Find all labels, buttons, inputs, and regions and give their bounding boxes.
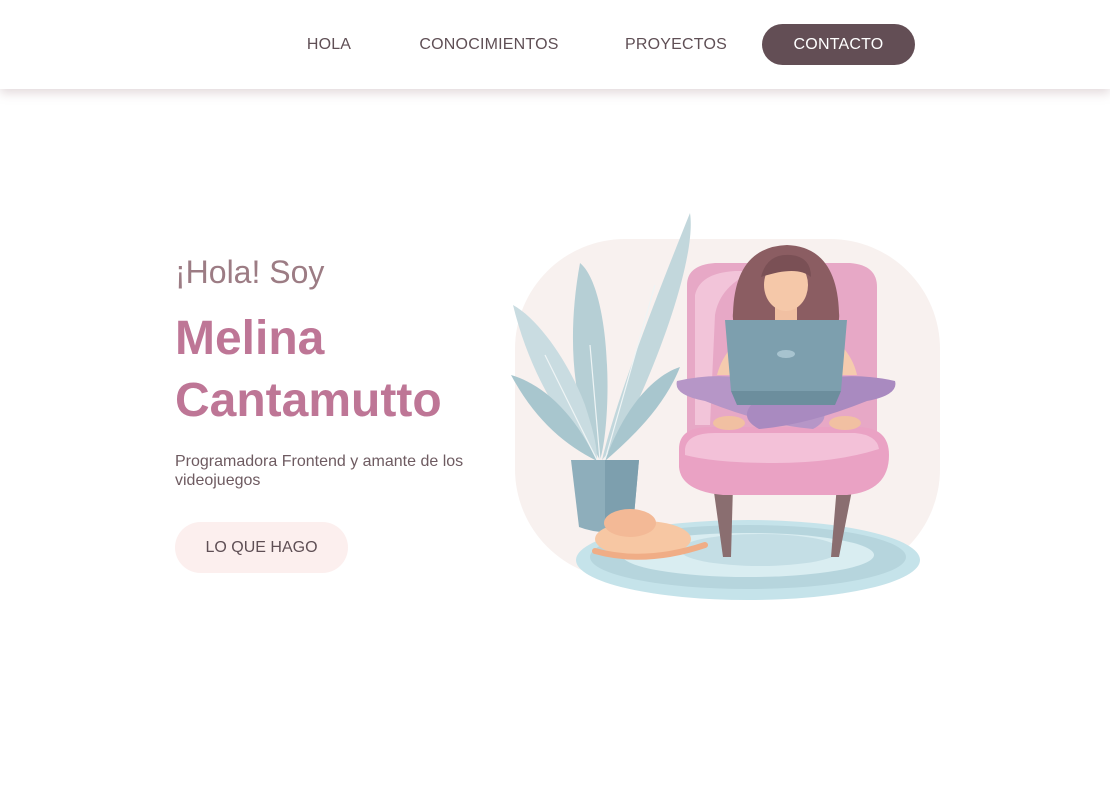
- hero-last-name: Cantamutto: [175, 374, 442, 427]
- hero-tagline: Programadora Frontend y amante de los vi…: [175, 453, 464, 489]
- hero-name: Melina Cantamutto: [175, 308, 442, 432]
- top-navbar: HOLA CONOCIMIENTOS PROYECTOS CONTACTO: [0, 0, 1110, 89]
- lo-que-hago-button[interactable]: LO QUE HAGO: [175, 522, 348, 573]
- nav-link-hola[interactable]: HOLA: [296, 24, 362, 65]
- nav-link-conocimientos[interactable]: CONOCIMIENTOS: [410, 24, 568, 65]
- hero-greeting: ¡Hola! Soy: [175, 254, 325, 290]
- hero-first-name: Melina: [175, 312, 325, 365]
- hero-illustration: [511, 213, 940, 600]
- nav-button-contacto[interactable]: CONTACTO: [762, 24, 915, 65]
- nav-link-proyectos[interactable]: PROYECTOS: [616, 24, 736, 65]
